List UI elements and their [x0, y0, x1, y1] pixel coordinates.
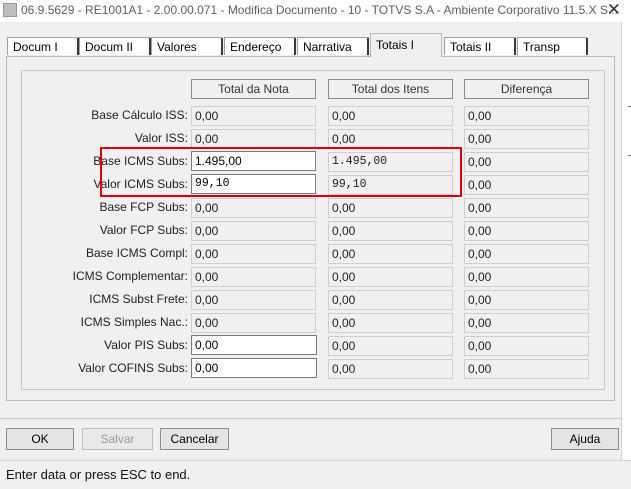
tab-separator [149, 38, 151, 55]
column-header-diferenca: Diferença [464, 79, 589, 99]
row-label-base-icms-compl: Base ICMS Compl: [85, 246, 188, 260]
total-nota-icms-complementar: 0,00 [191, 267, 316, 287]
tab-separator [367, 38, 369, 55]
window-title: 06.9.5629 - RE1001A1 - 2.00.00.071 - Mod… [21, 3, 618, 17]
row-label-valor-icms-subs: Valor ICMS Subs: [93, 177, 188, 191]
tab-separator [586, 38, 588, 55]
diferenca-base-icms-subs: 0,00 [464, 152, 589, 172]
total-itens-icms-subst-frete: 0,00 [328, 290, 453, 310]
salvar-button[interactable]: Salvar [82, 428, 153, 450]
diferenca-icms-subst-frete: 0,00 [464, 290, 589, 310]
total-nota-base-icms-compl: 0,00 [191, 244, 316, 264]
total-itens-valor-icms-subs: 99,10 [328, 175, 453, 195]
row-label-base-fcp-subs: Base FCP Subs: [99, 200, 189, 214]
column-header-total-itens: Total dos Itens [328, 79, 453, 99]
diferenca-valor-icms-subs: 0,00 [464, 175, 589, 195]
tab-docum-i[interactable]: Docum I [7, 37, 79, 55]
row-label-icms-subst-frete: ICMS Subst Frete: [89, 292, 188, 306]
row-label-base-calculo-iss: Base Cálculo ISS: [91, 108, 188, 122]
diferenca-base-icms-compl: 0,00 [464, 244, 589, 264]
tab-separator [294, 38, 296, 55]
total-itens-base-icms-subs: 1.495,00 [328, 152, 453, 172]
row-label-valor-fcp-subs: Valor FCP Subs: [99, 223, 188, 237]
total-nota-valor-cofins-subs-input[interactable]: 0,00 [191, 358, 317, 378]
diferenca-valor-iss: 0,00 [464, 129, 589, 149]
total-nota-base-fcp-subs: 0,00 [191, 198, 316, 218]
total-nota-base-icms-subs-input[interactable]: 1.495,00 [191, 151, 316, 171]
diferenca-valor-cofins-subs: 0,00 [464, 359, 589, 379]
diferenca-base-fcp-subs: 0,00 [464, 198, 589, 218]
tab-label: Totais I [376, 38, 415, 52]
tab-totais-ii[interactable]: Totais II [444, 37, 516, 55]
total-nota-valor-pis-subs-input[interactable]: 0,00 [191, 335, 317, 355]
total-itens-valor-cofins-subs: 0,00 [328, 359, 453, 379]
tab-label: Narrativa [303, 40, 352, 54]
window-titlebar: 06.9.5629 - RE1001A1 - 2.00.00.071 - Mod… [0, 0, 631, 23]
tab-label: Docum I [13, 40, 58, 54]
total-nota-valor-fcp-subs: 0,00 [191, 221, 316, 241]
tab-endereco[interactable]: Endereço [224, 37, 296, 55]
tab-label: Endereço [230, 40, 282, 54]
row-label-valor-pis-subs: Valor PIS Subs: [104, 338, 188, 352]
total-itens-base-fcp-subs: 0,00 [328, 198, 453, 218]
total-nota-valor-iss: 0,00 [191, 129, 316, 149]
tab-label: Docum II [85, 40, 134, 54]
total-itens-valor-pis-subs: 0,00 [328, 336, 453, 356]
row-label-valor-iss: Valor ISS: [134, 131, 188, 145]
diferenca-valor-fcp-subs: 0,00 [464, 221, 589, 241]
diferenca-icms-complementar: 0,00 [464, 267, 589, 287]
tab-label: Totais II [450, 40, 492, 54]
total-itens-base-icms-compl: 0,00 [328, 244, 453, 264]
tab-valores[interactable]: Valores [151, 37, 222, 55]
ok-button[interactable]: OK [6, 428, 74, 450]
tab-label: Transp [523, 40, 560, 54]
diferenca-base-calculo-iss: 0,00 [464, 106, 589, 126]
close-icon[interactable]: ✕ [607, 1, 621, 19]
button-bar-divider [0, 418, 621, 419]
ajuda-button[interactable]: Ajuda [551, 428, 619, 450]
row-label-icms-simples-nac: ICMS Simples Nac.: [80, 315, 188, 329]
total-itens-icms-simples-nac: 0,00 [328, 313, 453, 333]
total-itens-valor-iss: 0,00 [328, 129, 453, 149]
diferenca-icms-simples-nac: 0,00 [464, 313, 589, 333]
status-text: Enter data or press ESC to end. [6, 467, 191, 482]
app-icon [3, 3, 17, 17]
total-nota-base-calculo-iss: 0,00 [191, 106, 316, 126]
tab-docum-ii[interactable]: Docum II [79, 37, 150, 55]
total-nota-icms-subst-frete: 0,00 [191, 290, 316, 310]
row-label-base-icms-subs: Base ICMS Subs: [93, 154, 188, 168]
total-nota-icms-simples-nac: 0,00 [191, 313, 316, 333]
tab-label: Valores [157, 40, 197, 54]
column-header-total-nota: Total da Nota [191, 79, 316, 99]
total-itens-icms-complementar: 0,00 [328, 267, 453, 287]
total-itens-valor-fcp-subs: 0,00 [328, 221, 453, 241]
tab-separator [77, 38, 79, 55]
tab-separator [221, 38, 223, 55]
tab-separator [514, 38, 516, 55]
total-nota-valor-icms-subs-input[interactable]: 99,10 [191, 174, 316, 194]
tab-totais-i[interactable]: Totais I [370, 33, 442, 57]
row-label-icms-complementar: ICMS Complementar: [72, 269, 188, 283]
row-label-valor-cofins-subs: Valor COFINS Subs: [78, 361, 188, 375]
tab-narrativa[interactable]: Narrativa [297, 37, 369, 55]
tab-transp[interactable]: Transp [517, 37, 587, 55]
diferenca-valor-pis-subs: 0,00 [464, 336, 589, 356]
status-bar: Enter data or press ESC to end. [0, 460, 631, 489]
cancelar-button[interactable]: Cancelar [160, 428, 229, 450]
total-itens-base-calculo-iss: 0,00 [328, 106, 453, 126]
background-window-edge [621, 22, 631, 489]
